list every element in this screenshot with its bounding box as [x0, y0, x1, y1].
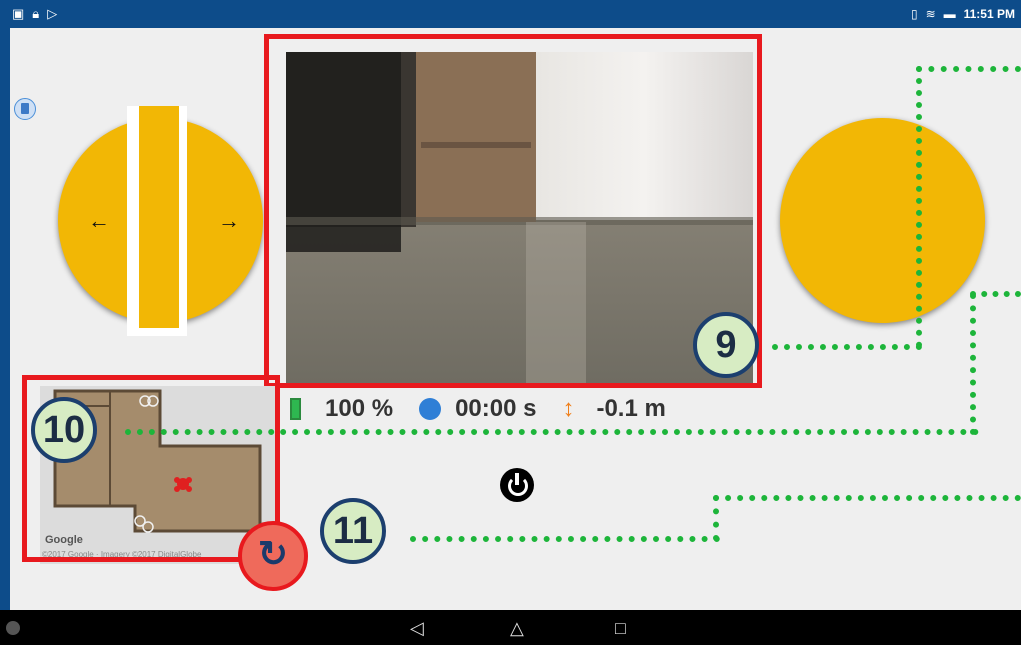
altitude-icon: ↕: [562, 395, 575, 422]
callout-11-line-vertical: [713, 495, 719, 541]
callout-9-line: [772, 344, 922, 350]
back-icon[interactable]: ◁: [410, 618, 424, 639]
arrow-left-icon: ←: [88, 208, 110, 233]
flight-timer: 00:00 s: [455, 395, 537, 422]
play-store-icon: ▷: [47, 6, 58, 21]
callout-9: 9: [693, 312, 759, 378]
refresh-button[interactable]: ↻: [238, 521, 308, 591]
callout-9-line-vertical: [916, 66, 922, 348]
battery-level-icon: [290, 398, 301, 420]
joystick-slider[interactable]: [139, 106, 179, 328]
arrow-right-icon: →: [218, 208, 240, 233]
timer-icon: [419, 398, 442, 420]
telemetry-bar: 100 % 00:00 s ↕ -0.1 m: [290, 394, 666, 424]
callout-11-line: [410, 536, 720, 542]
callout-10-line: [125, 429, 979, 435]
callout-10-line-vertical: [970, 293, 976, 435]
callout-9-line-top: [916, 66, 1021, 72]
refresh-icon: ↻: [257, 533, 289, 574]
callout-10: 10: [31, 397, 97, 463]
altitude-value: -0.1 m: [596, 395, 666, 422]
callout-10-line-top: [970, 291, 1021, 297]
recents-icon[interactable]: □: [615, 618, 626, 639]
document-icon[interactable]: [14, 98, 36, 120]
status-bar: ▣ 🔒︎ ▷ ▯ ≋ ▬ 11:51 PM: [0, 0, 1021, 28]
window-frame: [0, 0, 10, 645]
wifi-icon: ≋: [925, 7, 936, 21]
callout-11-line-top: [713, 495, 1021, 501]
battery-icon: ▬: [943, 7, 956, 21]
left-joystick[interactable]: ← →: [58, 106, 263, 336]
vibrate-icon: ▯: [910, 7, 918, 21]
assistive-touch-icon[interactable]: [6, 621, 20, 635]
power-button[interactable]: [500, 468, 534, 502]
drone-control-app: ← → 100 % 00:00 s ↕ -0.1 m Google ©2017 …: [10, 28, 1021, 610]
navigation-bar: ◁ △ □: [0, 610, 1021, 645]
right-joystick[interactable]: [780, 118, 985, 323]
battery-percent: 100 %: [325, 395, 394, 422]
camera-highlight-box: [264, 34, 762, 388]
home-icon[interactable]: △: [510, 618, 524, 639]
callout-11: 11: [320, 498, 386, 564]
app-icon: ▣: [12, 6, 25, 21]
lock-icon: 🔒︎: [32, 6, 40, 21]
status-time: 11:51 PM: [963, 7, 1015, 21]
